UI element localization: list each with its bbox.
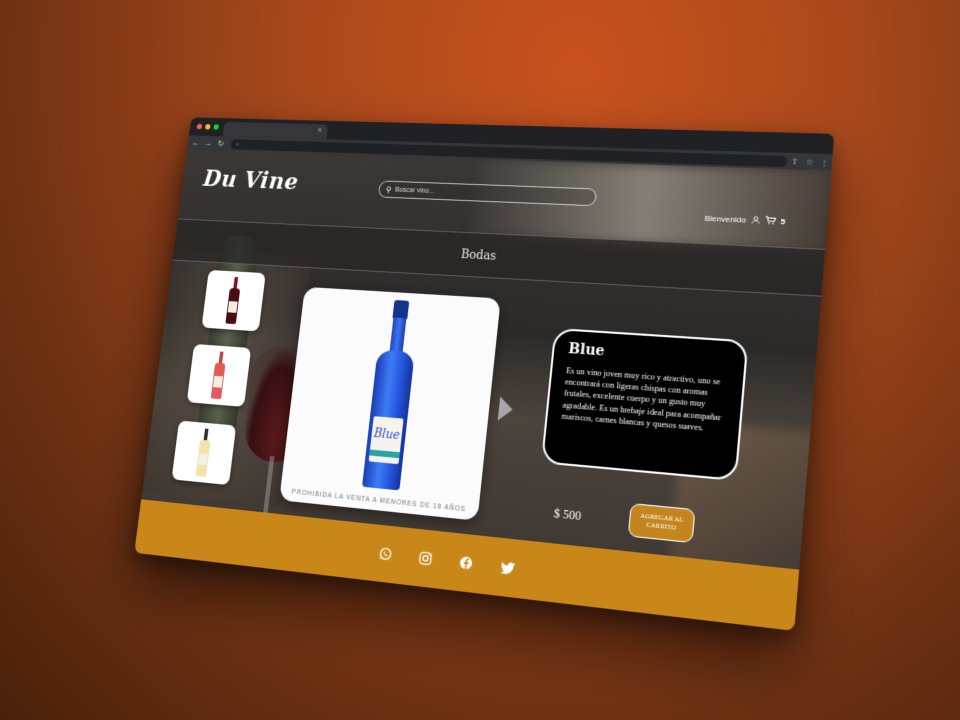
instagram-icon[interactable] — [417, 549, 434, 567]
add-to-cart-label: AGREGAR AL CARRITO — [640, 511, 684, 532]
thumbnail-wine-2[interactable] — [186, 343, 252, 407]
user-icon[interactable] — [751, 215, 760, 226]
maximize-window-button[interactable] — [213, 124, 220, 130]
window-controls — [196, 123, 220, 130]
welcome-text: Bienvenido — [704, 213, 747, 225]
product-bottle-image: Blue — [360, 299, 422, 491]
bookmark-star-icon[interactable]: ☆ — [802, 157, 818, 167]
search-input[interactable] — [394, 186, 576, 201]
thumbnail-bottle-white — [195, 428, 212, 477]
thumbnail-wine-1[interactable] — [201, 269, 266, 332]
thumbnail-wine-3[interactable] — [171, 420, 237, 486]
search-bar[interactable]: ⚲ — [377, 180, 598, 207]
site-logo[interactable]: Du Vine — [202, 165, 300, 195]
product-name: Blue — [567, 340, 606, 360]
category-title: Bodas — [460, 247, 497, 263]
cart-count-badge[interactable]: 5 — [780, 217, 786, 226]
address-bar-icon: ⌕ — [235, 140, 240, 148]
share-icon[interactable]: ⇪ — [787, 156, 803, 166]
menu-kebab-icon[interactable]: ⋮ — [817, 157, 833, 167]
user-bar: Bienvenido 5 — [704, 213, 786, 228]
whatsapp-icon[interactable] — [377, 545, 394, 563]
cart-icon[interactable] — [764, 215, 776, 227]
facebook-icon[interactable] — [457, 554, 474, 572]
product-price: $ 500 — [553, 505, 582, 524]
minimize-window-button[interactable] — [204, 124, 211, 130]
next-arrow-icon[interactable] — [497, 396, 514, 422]
bottle-label-text: Blue — [373, 426, 401, 443]
search-icon: ⚲ — [385, 184, 392, 194]
thumbnail-bottle-red — [225, 277, 241, 325]
web-page: Du Vine ⚲ Bienvenido 5 Bodas — [134, 149, 832, 631]
add-to-cart-button[interactable]: AGREGAR AL CARRITO — [627, 502, 696, 544]
reload-icon[interactable]: ↻ — [215, 138, 226, 148]
back-icon[interactable]: ← — [190, 138, 201, 147]
stage: × ← → ↻ ⌕ ⇪ ☆ ⋮ Du Vine ⚲ Buscar vino...… — [0, 0, 960, 720]
twitter-icon[interactable] — [498, 558, 516, 576]
tab-close-icon[interactable]: × — [317, 125, 323, 134]
thumbnail-bottle-rose — [210, 351, 227, 400]
legal-notice: PROHIBIDA LA VENTA A MENORES DE 18 AÑOS — [291, 488, 467, 514]
browser-window: × ← → ↻ ⌕ ⇪ ☆ ⋮ Du Vine ⚲ Buscar vino...… — [134, 117, 835, 631]
forward-icon[interactable]: → — [203, 138, 214, 147]
product-image-card: Blue PROHIBIDA LA VENTA A MENORES DE 18 … — [279, 286, 501, 521]
close-window-button[interactable] — [196, 123, 203, 130]
product-description-card: Blue Es un vino joven muy rico y atracti… — [540, 327, 749, 482]
product-description: Es un vino joven muy rico y atractivo, u… — [561, 366, 722, 433]
